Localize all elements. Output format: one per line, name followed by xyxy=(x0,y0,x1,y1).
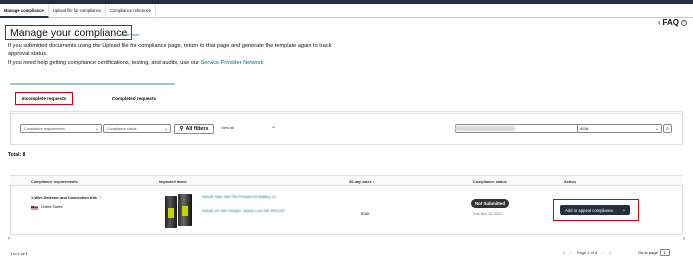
requirement-name: 1-Wire Detector and Connection Kits ⓘ xyxy=(31,196,102,201)
last-page-icon[interactable]: ›| xyxy=(609,250,611,255)
filter-icon: ⚲ xyxy=(179,126,184,132)
requirements-select-label: Compliance requirements xyxy=(24,126,65,131)
pager: |‹ ‹ Page 1 of 8 › ›| xyxy=(563,250,611,255)
search-type-select[interactable]: ASIN ⌄ xyxy=(577,124,662,133)
chevron-down-icon: ⌄ xyxy=(621,207,626,213)
header-requirements[interactable]: Compliance requirements xyxy=(31,180,78,184)
goto-page: Go to page 1 xyxy=(638,249,670,256)
page-tabs: Manage compliance Upload file for compli… xyxy=(0,4,693,18)
header-status: Compliance status xyxy=(473,180,507,184)
chevron-down-icon[interactable]: ⌄ xyxy=(271,123,276,130)
header-sales[interactable]: 30-day sales ↓ xyxy=(349,180,375,184)
status-select-label: Compliance status xyxy=(107,126,137,131)
prev-page-icon[interactable]: ‹ xyxy=(570,250,571,255)
total-count: Total: 8 xyxy=(8,152,26,158)
scroll-right-icon[interactable]: › xyxy=(683,236,685,242)
search-type-label: ASIN xyxy=(580,126,589,131)
info-icon[interactable]: ⓘ xyxy=(98,196,102,200)
search-input-value xyxy=(455,126,515,131)
service-provider-network-link[interactable]: Service Provider Network xyxy=(200,60,263,66)
chevron-left-icon: ‹ xyxy=(657,18,661,27)
status-badge: Not Submitted xyxy=(471,199,509,208)
view-select[interactable]: View all xyxy=(221,126,234,130)
help-icon: ? xyxy=(681,19,687,26)
search-button[interactable]: ⌕ xyxy=(663,124,672,133)
goto-page-input[interactable]: 1 xyxy=(659,249,670,256)
first-page-icon[interactable]: |‹ xyxy=(563,250,565,255)
status-due-date: Due Nov 13, 2022 xyxy=(473,212,502,216)
tabs-divider xyxy=(10,111,683,112)
table-header-row xyxy=(10,176,683,186)
action-label: Add or appeal compliance xyxy=(565,207,614,213)
page-indicator: Page 1 of 8 xyxy=(576,250,598,255)
all-filters-label: All filters xyxy=(185,126,209,132)
chevron-down-icon: ⌄ xyxy=(163,126,168,132)
page-title-box: Manage your compliance xyxy=(5,25,133,40)
request-tabs: Incomplete requests Completed requests xyxy=(10,83,175,111)
all-filters-button[interactable]: ⚲ All filters xyxy=(174,124,214,134)
info-text: If you submitted documents using the Upl… xyxy=(8,42,348,67)
tab-incomplete-requests[interactable]: Incomplete requests xyxy=(15,92,73,105)
product-image xyxy=(159,190,199,230)
header-items: Impacted items xyxy=(159,180,187,184)
chevron-down-icon: ⌄ xyxy=(654,126,659,132)
sort-down-icon: ↓ xyxy=(372,180,375,184)
info-line-2-text: If you need help getting compliance cert… xyxy=(8,59,201,66)
pagination-summary: 1 to 1 of 1 xyxy=(10,251,28,256)
impacted-item-link[interactable]: Industr Safe 185 700 Photoell Kit Batter… xyxy=(202,195,276,199)
info-line-2: If you need help getting compliance cert… xyxy=(8,59,348,67)
requirements-select[interactable]: Compliance requirements ⌄ xyxy=(20,124,102,133)
add-appeal-compliance-button[interactable]: Add or appeal compliance ⌄ xyxy=(560,205,630,215)
tab-compliance-reference[interactable]: Compliance reference xyxy=(106,4,156,18)
tab-upload-file[interactable]: Upload file for compliance xyxy=(49,4,106,18)
us-flag-icon xyxy=(31,206,38,210)
impacted-item-link[interactable]: Industr 24 Volt Charger, Safety Lock 5/8… xyxy=(202,209,285,213)
chevron-down-icon: ⌄ xyxy=(94,126,99,132)
search-icon: ⌕ xyxy=(666,125,669,132)
learn-more-link[interactable]: Learn more xyxy=(121,33,139,37)
goto-label: Go to page xyxy=(638,250,658,255)
next-page-icon[interactable]: › xyxy=(602,250,603,255)
header-action: Action xyxy=(564,180,576,184)
sales-value: $166 xyxy=(361,212,369,216)
tab-completed-requests[interactable]: Completed requests xyxy=(98,92,170,105)
scroll-left-icon[interactable]: ‹ xyxy=(8,236,10,242)
status-select[interactable]: Compliance status ⌄ xyxy=(103,124,171,133)
page-title: Manage your compliance xyxy=(10,26,128,39)
country-label: United States xyxy=(41,205,63,209)
tab-manage-compliance[interactable]: Manage compliance xyxy=(0,4,49,18)
requirement-name-text: 1-Wire Detector and Connection Kits xyxy=(31,196,97,200)
header-sales-label: 30-day sales xyxy=(349,180,372,184)
info-line-1: If you submitted documents using the Upl… xyxy=(8,43,332,58)
faq-link[interactable]: ‹ FAQ ? xyxy=(658,18,687,27)
faq-label: FAQ xyxy=(662,18,679,27)
